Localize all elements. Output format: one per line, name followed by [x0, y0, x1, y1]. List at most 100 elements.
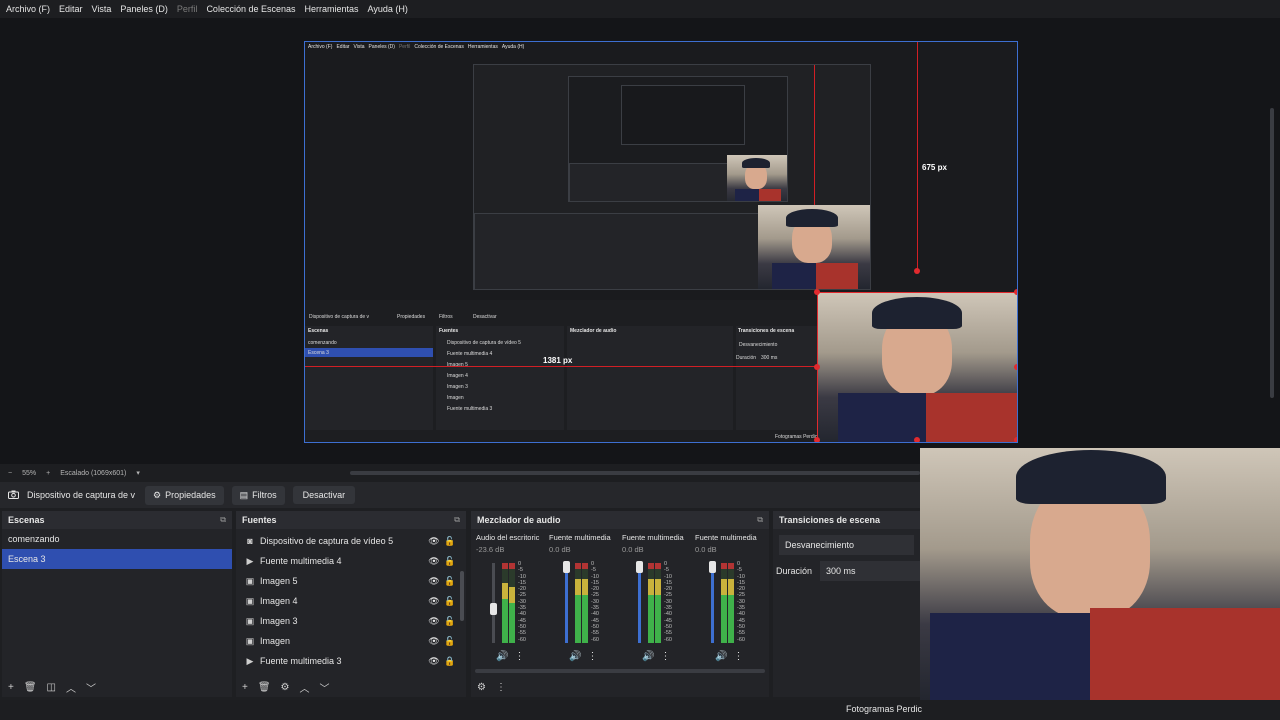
visibility-icon[interactable]: 👁	[426, 616, 442, 627]
lock-icon[interactable]: 🔓	[442, 596, 458, 607]
nested-preview-level-2	[473, 64, 871, 290]
volume-fader-knob[interactable]	[563, 561, 570, 573]
zoom-out-icon[interactable]: −	[8, 470, 12, 477]
scene-filters-icon[interactable]: ◫	[47, 682, 56, 693]
advanced-audio-icon[interactable]: ⚙	[477, 682, 486, 693]
move-down-icon[interactable]: ﹀	[320, 680, 330, 695]
source-item[interactable]: ◙ Dispositivo de captura de vídeo 5 👁 🔓	[236, 531, 458, 551]
nested-menu-editar: Editar	[336, 44, 350, 50]
resize-handle-bl[interactable]	[814, 437, 820, 442]
menu-paneles[interactable]: Paneles (D)	[120, 4, 168, 14]
preview-scrollbar[interactable]	[1270, 108, 1274, 398]
more-options-icon[interactable]: ⋮	[733, 651, 743, 662]
preview-h-scrollbar[interactable]	[350, 471, 920, 475]
volume-fader-knob[interactable]	[709, 561, 716, 573]
filters-button[interactable]: ▤ Filtros	[231, 485, 285, 505]
lock-icon[interactable]: 🔓	[442, 536, 458, 547]
dock-float-icon[interactable]: ⧉	[454, 515, 460, 525]
move-down-icon[interactable]: ﹀	[86, 680, 96, 695]
visibility-icon[interactable]: 👁	[426, 656, 442, 667]
volume-fader-knob[interactable]	[490, 603, 497, 615]
lock-icon[interactable]: 🔓	[442, 556, 458, 567]
source-item[interactable]: ▣ Imagen 4 👁 🔓	[236, 591, 458, 611]
more-options-icon[interactable]: ⋮	[496, 682, 506, 693]
lock-icon[interactable]: 🔓	[442, 636, 458, 647]
resize-handle-tl[interactable]	[814, 289, 820, 295]
source-item[interactable]: ▣ Imagen 3 👁 🔓	[236, 611, 458, 631]
menu-herramientas[interactable]: Herramientas	[305, 4, 359, 14]
visibility-icon[interactable]: 👁	[426, 556, 442, 567]
menu-archivo[interactable]: Archivo (F)	[6, 4, 50, 14]
source-item[interactable]: ▣ Imagen 👁 🔓	[236, 631, 458, 651]
speaker-icon[interactable]: 🔊	[642, 651, 654, 662]
volume-fader-knob[interactable]	[636, 561, 643, 573]
scene-item-comenzando[interactable]: comenzando	[2, 529, 232, 549]
channel-db: 0.0 dB	[549, 545, 571, 554]
scale-tick: -55	[518, 630, 526, 637]
speaker-icon[interactable]: 🔊	[569, 651, 581, 662]
mixer-scrollbar[interactable]	[475, 669, 765, 673]
menu-coleccion-escenas[interactable]: Colección de Escenas	[206, 4, 295, 14]
resize-handle-tr[interactable]	[1014, 289, 1017, 295]
scenes-header: Escenas ⧉	[2, 511, 232, 529]
image-icon: ▣	[245, 595, 255, 606]
webcam-overlay	[920, 448, 1280, 700]
selected-webcam-source[interactable]	[817, 292, 1017, 442]
speaker-icon[interactable]: 🔊	[715, 651, 727, 662]
visibility-icon[interactable]: 👁	[426, 636, 442, 647]
resize-handle-left[interactable]	[814, 364, 820, 370]
guide-vertical	[917, 42, 918, 270]
source-item[interactable]: ▶ Fuente multimedia 4 👁 🔓	[236, 551, 458, 571]
menu-editar[interactable]: Editar	[59, 4, 83, 14]
more-options-icon[interactable]: ⋮	[660, 651, 670, 662]
remove-scene-icon[interactable]: 🗑	[24, 682, 37, 693]
speaker-icon[interactable]: 🔊	[496, 651, 508, 662]
dock-float-icon[interactable]: ⧉	[757, 515, 763, 525]
add-source-icon[interactable]: +	[242, 682, 248, 693]
preview-canvas[interactable]: Archivo (F) Editar Vista Paneles (D) Per…	[304, 41, 1018, 443]
scale-mode[interactable]: Escalado (1069x601)	[60, 470, 126, 477]
scale-dropdown-icon[interactable]: ▾	[136, 469, 140, 477]
nested-preview-level-4	[621, 85, 745, 145]
resize-handle-bottom[interactable]	[914, 437, 920, 442]
deactivate-button[interactable]: Desactivar	[292, 486, 356, 504]
source-properties-icon[interactable]: ⚙	[281, 682, 290, 693]
duration-input[interactable]: 300 ms	[820, 561, 920, 581]
scenes-title: Escenas	[8, 515, 45, 525]
lock-icon[interactable]: 🔒	[442, 656, 458, 667]
level-meter	[509, 563, 515, 643]
more-options-icon[interactable]: ⋮	[514, 651, 524, 662]
deactivate-label: Desactivar	[302, 490, 346, 500]
nested-menu-perfil: Perfil	[398, 44, 411, 50]
volume-fader[interactable]	[565, 563, 568, 643]
resize-handle-br[interactable]	[1014, 437, 1017, 442]
add-scene-icon[interactable]: +	[8, 682, 14, 693]
source-item[interactable]: ▶ Fuente multimedia 3 👁 🔒	[236, 651, 458, 671]
remove-source-icon[interactable]: 🗑	[258, 682, 271, 693]
zoom-in-icon[interactable]: +	[46, 470, 50, 477]
resize-handle-right[interactable]	[1014, 364, 1017, 370]
menu-ayuda[interactable]: Ayuda (H)	[368, 4, 408, 14]
volume-fader[interactable]	[711, 563, 714, 643]
move-up-icon[interactable]: ︿	[300, 680, 310, 695]
menu-perfil[interactable]: Perfil	[177, 4, 198, 14]
scale-tick: -10	[518, 573, 526, 580]
visibility-icon[interactable]: 👁	[426, 576, 442, 587]
dock-float-icon[interactable]: ⧉	[220, 515, 226, 525]
sources-footer: + 🗑 ⚙ ︿ ﹀	[236, 677, 466, 697]
visibility-icon[interactable]: 👁	[426, 596, 442, 607]
lock-icon[interactable]: 🔓	[442, 616, 458, 627]
scale-tick: -40	[737, 611, 745, 618]
scene-item-escena-3[interactable]: Escena 3	[2, 549, 232, 569]
lock-icon[interactable]: 🔓	[442, 576, 458, 587]
more-options-icon[interactable]: ⋮	[587, 651, 597, 662]
transition-select[interactable]: Desvanecimiento	[779, 535, 914, 555]
visibility-icon[interactable]: 👁	[426, 536, 442, 547]
source-item[interactable]: ▣ Imagen 5 👁 🔓	[236, 571, 458, 591]
properties-button[interactable]: ⚙ Propiedades	[145, 485, 224, 505]
volume-fader[interactable]	[638, 563, 641, 643]
move-up-icon[interactable]: ︿	[66, 680, 76, 695]
menu-vista[interactable]: Vista	[92, 4, 112, 14]
guide-vertical-handle[interactable]	[914, 268, 920, 274]
sources-scrollbar[interactable]	[460, 571, 464, 621]
